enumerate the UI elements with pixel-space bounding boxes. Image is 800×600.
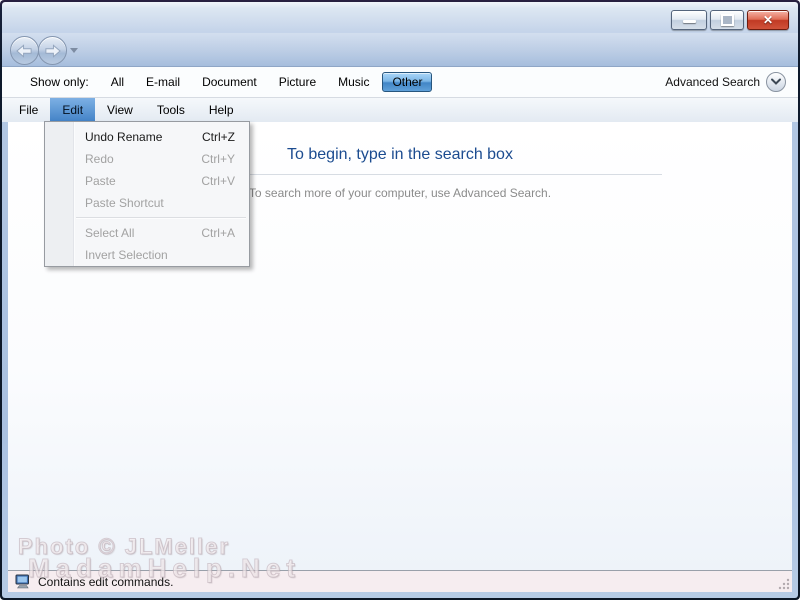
advanced-search-expand-button[interactable] xyxy=(766,72,786,92)
recent-pages-dropdown[interactable] xyxy=(70,48,78,53)
back-arrow-icon xyxy=(16,43,32,58)
menu-item-shortcut: Ctrl+A xyxy=(201,226,235,240)
menu-item-shortcut: Ctrl+Z xyxy=(202,130,235,144)
filter-bar: Show only: All E-mail Document Picture M… xyxy=(2,67,798,98)
maximize-icon xyxy=(720,14,734,26)
menu-item-paste: Paste Ctrl+V xyxy=(45,170,249,192)
menu-item-label: Paste xyxy=(85,174,116,188)
menu-item-label: Invert Selection xyxy=(85,248,168,262)
filter-document[interactable]: Document xyxy=(202,75,257,89)
chevron-down-icon xyxy=(771,78,781,85)
filter-other[interactable]: Other xyxy=(382,72,433,92)
forward-button[interactable] xyxy=(38,36,67,65)
show-only-label: Show only: xyxy=(30,75,89,89)
window-controls: ✕ xyxy=(671,10,789,30)
maximize-button[interactable] xyxy=(710,10,744,30)
filter-email[interactable]: E-mail xyxy=(146,75,180,89)
minimize-button[interactable] xyxy=(671,10,707,30)
advanced-search-label: Advanced Search xyxy=(665,75,760,89)
filter-music[interactable]: Music xyxy=(338,75,369,89)
filter-picture[interactable]: Picture xyxy=(279,75,316,89)
menu-item-label: Undo Rename xyxy=(85,130,163,144)
menu-item-undo-rename[interactable]: Undo Rename Ctrl+Z xyxy=(45,126,249,148)
menu-item-shortcut: Ctrl+Y xyxy=(201,152,235,166)
menu-edit[interactable]: Edit xyxy=(50,98,96,122)
menu-item-label: Select All xyxy=(85,226,135,240)
navigation-toolbar: Search Results ⇄ xyxy=(2,33,798,96)
menu-item-invert-selection: Invert Selection xyxy=(45,244,249,266)
menu-help[interactable]: Help xyxy=(197,98,246,122)
status-bar: Contains edit commands. xyxy=(8,570,792,592)
menu-view[interactable]: View xyxy=(95,98,145,122)
menu-item-redo: Redo Ctrl+Y xyxy=(45,148,249,170)
close-button[interactable]: ✕ xyxy=(747,10,789,30)
menu-separator xyxy=(76,217,246,219)
edit-menu-popup: Undo Rename Ctrl+Z Redo Ctrl+Y Paste Ctr… xyxy=(44,121,250,267)
menu-tools[interactable]: Tools xyxy=(145,98,197,122)
menu-file[interactable]: File xyxy=(7,98,50,122)
menu-item-select-all: Select All Ctrl+A xyxy=(45,222,249,244)
close-icon: ✕ xyxy=(762,13,774,27)
forward-arrow-icon xyxy=(45,43,61,58)
explorer-window: ✕ Search Results xyxy=(0,0,800,600)
menu-item-label: Paste Shortcut xyxy=(85,196,164,210)
menu-item-label: Redo xyxy=(85,152,114,166)
minimize-icon xyxy=(682,20,696,23)
advanced-search-toggle[interactable]: Advanced Search xyxy=(665,67,786,97)
menu-item-shortcut: Ctrl+V xyxy=(201,174,235,188)
status-message: Contains edit commands. xyxy=(38,574,174,589)
back-button[interactable] xyxy=(10,36,39,65)
menu-item-paste-shortcut: Paste Shortcut xyxy=(45,192,249,214)
filter-all[interactable]: All xyxy=(111,75,124,89)
resize-grip[interactable] xyxy=(777,577,790,590)
menu-bar: File Edit View Tools Help xyxy=(2,98,798,122)
computer-icon xyxy=(15,574,29,589)
